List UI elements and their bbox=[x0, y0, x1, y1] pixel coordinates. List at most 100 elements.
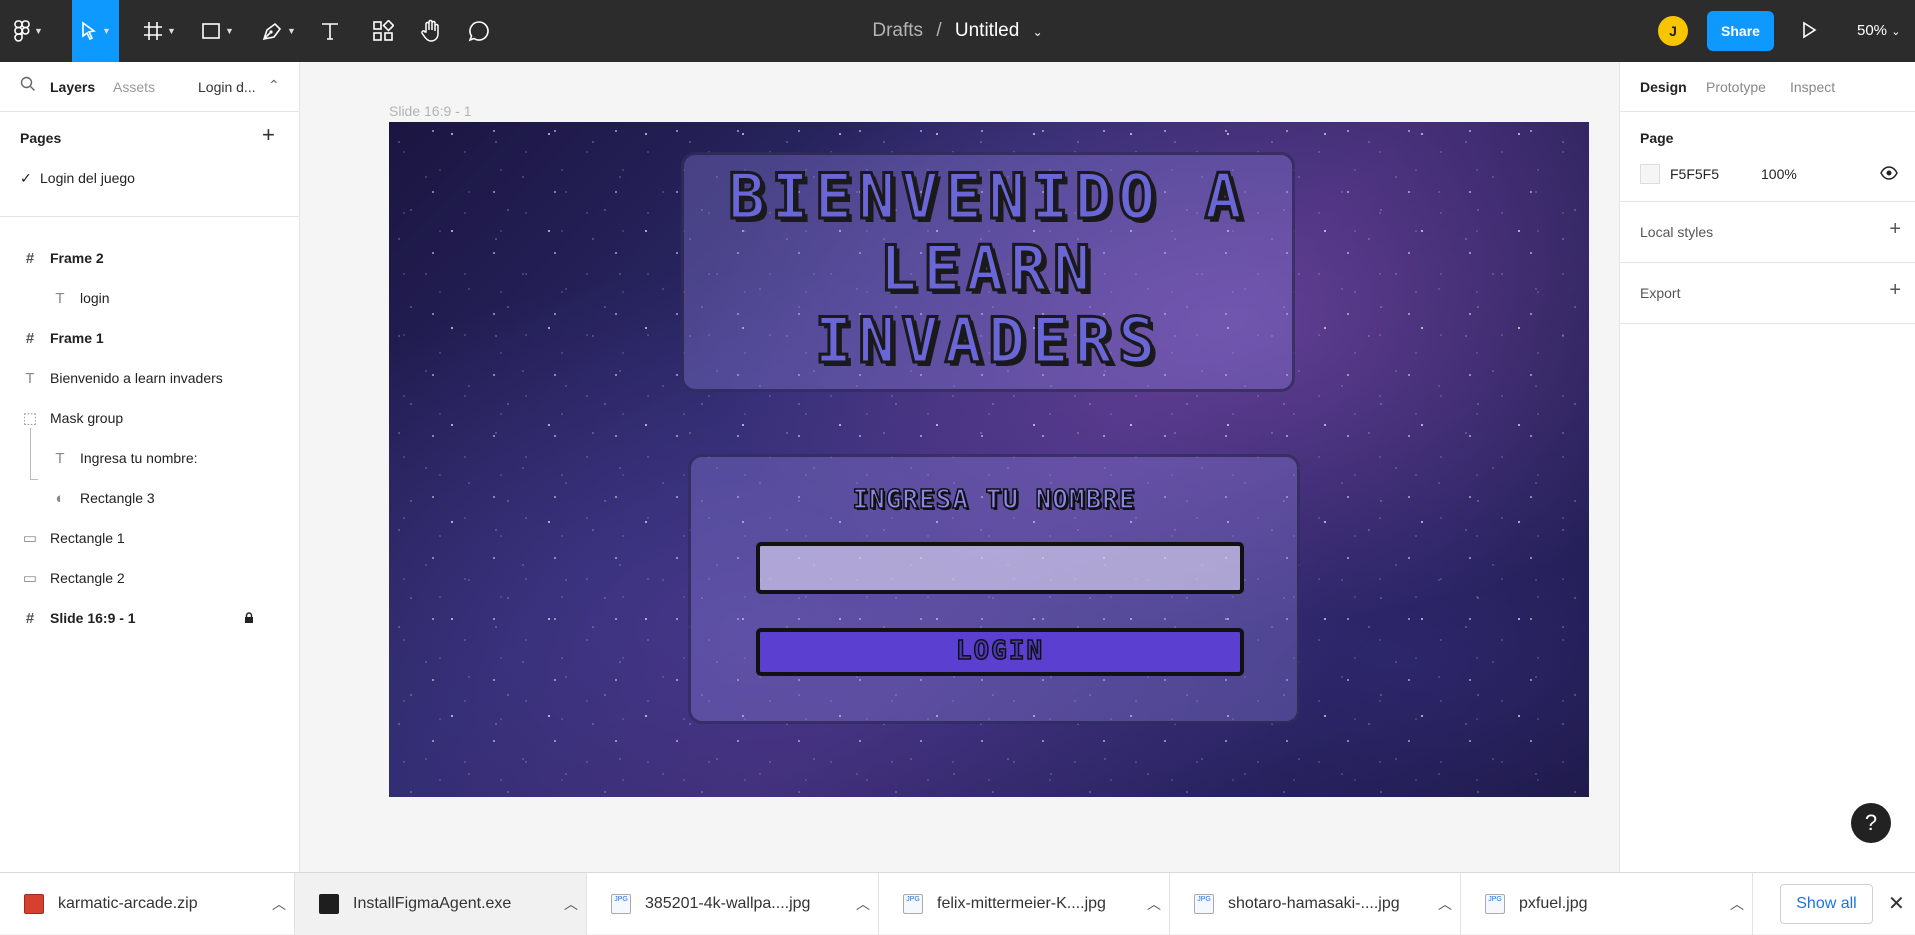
left-panel-tabs: Layers Assets Login d... ⌃ bbox=[0, 62, 299, 112]
tab-layers[interactable]: Layers bbox=[50, 79, 95, 95]
slide-frame[interactable]: BIENVENIDO A LEARN INVADERS INGRESA TU N… bbox=[389, 122, 1589, 797]
layers-panel: Layers Assets Login d... ⌃ Pages + ✓ Log… bbox=[0, 62, 300, 872]
name-prompt: INGRESA TU NOMBRE bbox=[852, 484, 1136, 516]
lock-icon[interactable] bbox=[244, 611, 254, 627]
text-icon bbox=[322, 23, 338, 40]
pen-tool-button[interactable]: ▼ bbox=[261, 14, 296, 48]
tab-inspect[interactable]: Inspect bbox=[1790, 79, 1835, 95]
main-menu-button[interactable]: ▼ bbox=[14, 14, 43, 48]
layer-bienvenido[interactable]: T Bienvenido a learn invaders bbox=[0, 358, 299, 398]
comment-tool-button[interactable] bbox=[468, 14, 490, 48]
download-name: karmatic-arcade.zip bbox=[58, 895, 198, 912]
login-button[interactable]: LOGIN bbox=[756, 628, 1244, 676]
layer-mask-group[interactable]: ⬚ Mask group bbox=[0, 398, 299, 438]
chevron-up-icon[interactable]: ⌃ bbox=[268, 77, 280, 94]
layer-rectangle-3[interactable]: ◐ Rectangle 3 bbox=[0, 478, 299, 518]
chevron-up-icon[interactable]: ︿ bbox=[556, 894, 586, 914]
figma-file-icon bbox=[319, 894, 339, 914]
page-item-login-del-juego[interactable]: ✓ Login del juego bbox=[0, 158, 299, 198]
page-label: Login del juego bbox=[40, 170, 135, 186]
add-export-button[interactable]: + bbox=[1889, 279, 1901, 302]
toolbar: ▼ ▼ ▼ ▼ ▼ Drafts / Untitled ⌄ J Share 50… bbox=[0, 0, 1915, 62]
download-name: shotaro-hamasaki-....jpg bbox=[1228, 895, 1400, 912]
text-icon: T bbox=[55, 289, 65, 307]
avatar[interactable]: J bbox=[1658, 16, 1688, 46]
jpg-file-icon: JPG bbox=[1485, 894, 1505, 914]
tab-prototype[interactable]: Prototype bbox=[1706, 79, 1766, 95]
download-item[interactable]: JPG 385201-4k-wallpa....jpg ︿ bbox=[587, 873, 879, 935]
tab-assets[interactable]: Assets bbox=[113, 79, 155, 95]
frame-icon: # bbox=[25, 609, 35, 627]
name-input[interactable] bbox=[756, 542, 1244, 594]
breadcrumb-drafts[interactable]: Drafts bbox=[872, 20, 923, 41]
page-color-swatch[interactable] bbox=[1640, 164, 1660, 184]
download-item[interactable]: JPG shotaro-hamasaki-....jpg ︿ bbox=[1170, 873, 1461, 935]
page-section-title: Page bbox=[1640, 130, 1674, 146]
chevron-up-icon[interactable]: ︿ bbox=[1722, 894, 1752, 914]
download-item[interactable]: JPG pxfuel.jpg ︿ bbox=[1461, 873, 1753, 935]
chevron-up-icon[interactable]: ︿ bbox=[264, 894, 294, 914]
tab-design[interactable]: Design bbox=[1640, 79, 1687, 95]
page-color-value[interactable]: F5F5F5 bbox=[1670, 166, 1719, 182]
layer-login[interactable]: T login bbox=[0, 278, 299, 318]
figma-logo-icon bbox=[14, 20, 30, 42]
mask-icon: ◐ bbox=[55, 489, 65, 507]
text-icon: T bbox=[25, 369, 35, 387]
design-panel: Design Prototype Inspect Page F5F5F5 100… bbox=[1619, 62, 1915, 872]
layer-rectangle-2[interactable]: ▭ Rectangle 2 bbox=[0, 558, 299, 598]
chevron-up-icon[interactable]: ︿ bbox=[1139, 894, 1169, 914]
show-all-button[interactable]: Show all bbox=[1780, 884, 1873, 924]
download-item[interactable]: JPG felix-mittermeier-K....jpg ︿ bbox=[879, 873, 1170, 935]
layer-frame-1[interactable]: # Frame 1 bbox=[0, 318, 299, 358]
divider bbox=[0, 216, 299, 217]
title-line-3: INVADERS bbox=[813, 304, 1162, 377]
layer-label: Bienvenido a learn invaders bbox=[50, 370, 223, 386]
move-tool-button[interactable]: ▼ bbox=[72, 0, 119, 62]
layer-rectangle-1[interactable]: ▭ Rectangle 1 bbox=[0, 518, 299, 558]
login-panel[interactable]: INGRESA TU NOMBRE LOGIN bbox=[688, 454, 1300, 724]
jpg-file-icon: JPG bbox=[611, 894, 631, 914]
layer-label: Rectangle 2 bbox=[50, 570, 125, 586]
help-button[interactable]: ? bbox=[1851, 803, 1891, 843]
layer-label: Rectangle 1 bbox=[50, 530, 125, 546]
add-page-button[interactable]: + bbox=[262, 122, 275, 148]
frame-icon bbox=[144, 22, 162, 40]
hand-tool-button[interactable] bbox=[420, 14, 442, 48]
layer-ingresa-tu-nombre[interactable]: T Ingresa tu nombre: bbox=[0, 438, 299, 478]
title-panel[interactable]: BIENVENIDO A LEARN INVADERS bbox=[681, 152, 1295, 392]
download-name: 385201-4k-wallpa....jpg bbox=[645, 895, 811, 912]
download-item[interactable]: karmatic-arcade.zip ︿ bbox=[0, 873, 295, 935]
search-icon[interactable] bbox=[20, 76, 36, 95]
zoom-dropdown[interactable]: 50% ⌄ bbox=[1857, 22, 1900, 39]
download-item[interactable]: InstallFigmaAgent.exe ︿ bbox=[295, 873, 587, 935]
local-styles-title: Local styles bbox=[1640, 224, 1714, 240]
text-tool-button[interactable] bbox=[320, 14, 340, 48]
chevron-up-icon[interactable]: ︿ bbox=[848, 894, 878, 914]
frame-icon: # bbox=[25, 249, 35, 267]
chevron-down-icon: ▼ bbox=[102, 26, 111, 36]
frame-icon: # bbox=[25, 329, 35, 347]
page-section: Page F5F5F5 100% bbox=[1620, 112, 1915, 202]
text-icon: T bbox=[55, 449, 65, 467]
zoom-level: 50% bbox=[1857, 22, 1888, 39]
shape-tool-button[interactable]: ▼ bbox=[201, 14, 234, 48]
add-style-button[interactable]: + bbox=[1889, 218, 1901, 241]
chevron-up-icon[interactable]: ︿ bbox=[1430, 894, 1460, 914]
page-selector[interactable]: Login d... bbox=[198, 79, 256, 95]
pages-title: Pages bbox=[20, 130, 62, 146]
present-button[interactable] bbox=[1800, 20, 1818, 43]
page-opacity-value[interactable]: 100% bbox=[1761, 166, 1797, 182]
file-name[interactable]: Untitled bbox=[955, 20, 1019, 41]
eye-icon[interactable] bbox=[1880, 166, 1898, 183]
layer-slide-16-9-1[interactable]: # Slide 16:9 - 1 bbox=[0, 598, 299, 638]
slide-label[interactable]: Slide 16:9 - 1 bbox=[389, 103, 472, 119]
chevron-down-icon[interactable]: ⌄ bbox=[1033, 25, 1043, 39]
resources-tool-button[interactable] bbox=[372, 14, 394, 48]
zip-file-icon bbox=[24, 894, 44, 914]
resources-icon bbox=[373, 20, 394, 41]
frame-tool-button[interactable]: ▼ bbox=[143, 14, 176, 48]
close-icon[interactable]: ✕ bbox=[1888, 891, 1905, 916]
cursor-icon bbox=[82, 21, 96, 41]
layer-frame-2[interactable]: # Frame 2 bbox=[0, 238, 299, 278]
share-button[interactable]: Share bbox=[1707, 11, 1774, 51]
